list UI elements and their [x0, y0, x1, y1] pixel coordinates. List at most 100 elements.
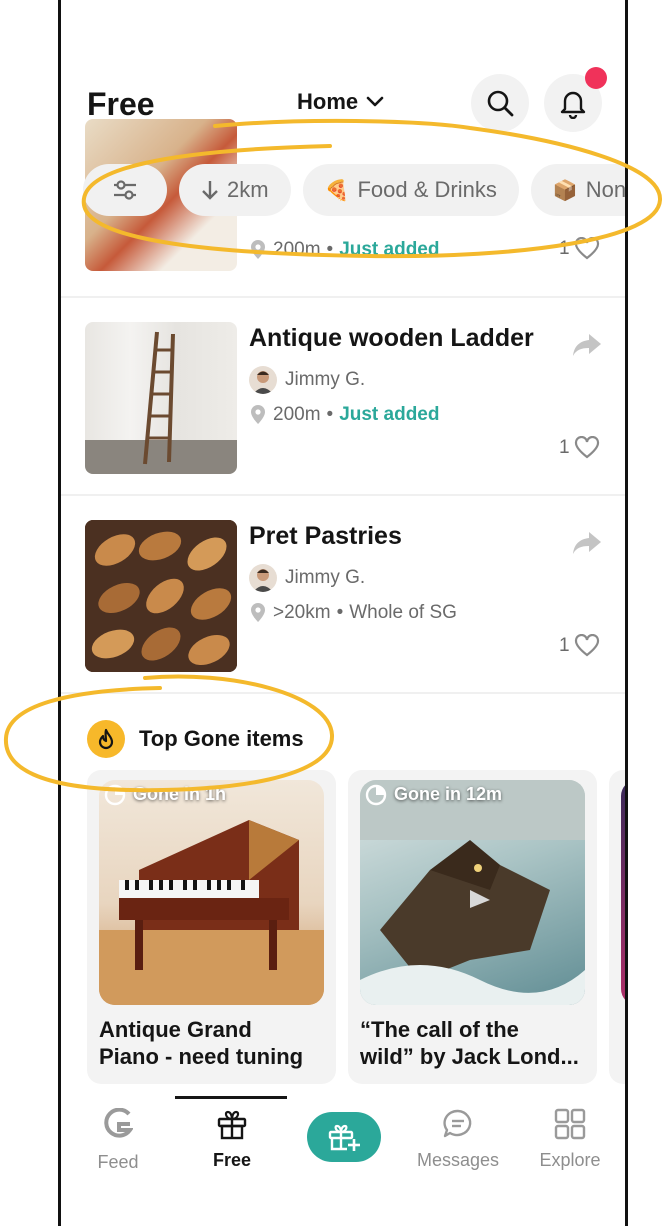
- item-thumbnail: [85, 520, 237, 672]
- pastries-image: [85, 520, 237, 672]
- gone-timer: Gone in 1h: [103, 782, 226, 806]
- avatar-image: [253, 371, 273, 394]
- top-gone-section-header: Top Gone items: [87, 720, 304, 758]
- page-title: Free: [87, 86, 155, 122]
- notification-dot: [585, 67, 607, 89]
- arrow-down-icon: [202, 181, 218, 200]
- like-count: 1: [559, 238, 570, 259]
- gone-item-card[interactable]: Gone in 1h Antique Grand Piano - need tu…: [87, 770, 336, 1084]
- nav-label: Explore: [539, 1150, 601, 1170]
- nav-explore[interactable]: Explore: [515, 1108, 625, 1171]
- bottom-navigation: Feed Free Messages Explore: [61, 1096, 625, 1226]
- heart-icon: [574, 237, 599, 260]
- avatar: [249, 366, 277, 394]
- like-button[interactable]: 1: [559, 237, 600, 261]
- pizza-icon: 🍕: [324, 179, 350, 202]
- feed-logo-icon: [104, 1108, 133, 1138]
- card-image: [99, 780, 324, 1005]
- item-meta: 200m • Just added: [249, 404, 440, 426]
- meta-separator: •: [326, 239, 334, 260]
- item-status: Just added: [339, 404, 440, 425]
- chip-label: Non-f: [585, 177, 627, 202]
- gone-item-card-peek[interactable]: [609, 770, 625, 1084]
- item-status: Whole of SG: [349, 602, 457, 623]
- item-distance: 200m: [273, 404, 321, 425]
- nav-label: Messages: [416, 1150, 500, 1170]
- chat-icon: [443, 1109, 472, 1138]
- gift-icon: [217, 1110, 247, 1140]
- search-button[interactable]: [471, 74, 529, 132]
- chevron-down-icon: [366, 96, 384, 107]
- filter-chips: 2km 🍕 Food & Drinks 📦 Non-f: [83, 164, 627, 216]
- box-icon: 📦: [552, 179, 578, 202]
- timer-icon: [365, 784, 387, 806]
- filter-settings-chip[interactable]: [83, 164, 167, 216]
- top-gone-carousel: Gone in 1h Antique Grand Piano - need tu…: [87, 770, 625, 1084]
- avatar: [249, 564, 277, 592]
- active-tab-indicator: [175, 1096, 287, 1099]
- bell-icon: [560, 91, 586, 119]
- item-status: Just added: [339, 239, 440, 260]
- location-pin-icon: [251, 240, 265, 259]
- chip-label: 2km: [227, 177, 269, 202]
- item-thumbnail: [85, 322, 237, 474]
- gone-item-card[interactable]: Gone in 12m “The call of the wild” by Ja…: [348, 770, 597, 1084]
- category-chip-nonfood[interactable]: 📦 Non-f: [530, 164, 627, 216]
- fire-icon: [87, 720, 125, 758]
- fire-glyph: [98, 728, 114, 750]
- like-count: 1: [559, 635, 570, 656]
- nav-free[interactable]: Free: [177, 1108, 287, 1171]
- item-distance: 200m: [273, 239, 321, 260]
- share-icon: [573, 532, 601, 554]
- list-item[interactable]: Antique wooden Ladder Jimmy G. 200m • Ju…: [61, 298, 625, 496]
- meta-separator: •: [336, 602, 344, 623]
- card-image: [360, 780, 585, 1005]
- item-title[interactable]: Antique wooden Ladder: [249, 324, 534, 353]
- card-title: Antique Grand Piano - need tuning: [99, 1017, 304, 1069]
- gift-plus-icon: [328, 1124, 360, 1151]
- location-pin-icon: [251, 405, 265, 424]
- like-count: 1: [559, 437, 570, 458]
- nav-label: Free: [212, 1150, 252, 1170]
- owner-name: Jimmy G.: [285, 567, 366, 588]
- search-icon: [487, 90, 514, 117]
- like-button[interactable]: 1: [559, 634, 600, 658]
- piano-image: [99, 820, 324, 1005]
- phone-frame: Free Home 200m • Just added 1 2km 🍕 Food…: [58, 0, 628, 1226]
- item-meta: >20km • Whole of SG: [249, 602, 457, 624]
- like-button[interactable]: 1: [559, 436, 600, 460]
- list-item[interactable]: Pret Pastries Jimmy G. >20km • Whole of …: [61, 496, 625, 694]
- share-button[interactable]: [571, 530, 603, 561]
- item-title[interactable]: Pret Pastries: [249, 522, 402, 551]
- location-dropdown[interactable]: Home: [297, 89, 384, 115]
- section-title: Top Gone items: [139, 726, 304, 751]
- distance-chip[interactable]: 2km: [179, 164, 291, 216]
- owner-name: Jimmy G.: [285, 369, 366, 390]
- gone-label: Gone in 1h: [133, 783, 227, 804]
- nav-messages[interactable]: Messages: [403, 1108, 513, 1171]
- gone-timer: Gone in 12m: [364, 782, 502, 806]
- meta-separator: •: [326, 404, 334, 425]
- heart-icon: [574, 436, 599, 459]
- nav-label: Feed: [97, 1152, 139, 1172]
- sliders-icon: [114, 180, 136, 200]
- book-cover-image: [360, 780, 585, 1005]
- item-meta: 200m • Just added: [249, 239, 440, 261]
- grid-icon: [554, 1108, 586, 1140]
- ladder-image: [85, 331, 237, 474]
- share-icon: [573, 334, 601, 356]
- card-image: [621, 780, 625, 1005]
- item-owner: Jimmy G.: [249, 564, 365, 592]
- list-item[interactable]: 200m • Just added 1: [61, 119, 625, 298]
- nav-feed[interactable]: Feed: [63, 1108, 173, 1173]
- avatar-image: [253, 569, 273, 592]
- add-item-button[interactable]: [307, 1112, 381, 1162]
- location-pin-icon: [251, 603, 265, 622]
- item-distance: >20km: [273, 602, 331, 623]
- category-chip-food[interactable]: 🍕 Food & Drinks: [302, 164, 519, 216]
- card-title: “The call of the wild” by Jack Lond...: [360, 1017, 579, 1069]
- gone-label: Gone in 12m: [394, 783, 503, 804]
- timer-icon: [104, 784, 126, 806]
- heart-icon: [574, 634, 599, 657]
- share-button[interactable]: [571, 332, 603, 363]
